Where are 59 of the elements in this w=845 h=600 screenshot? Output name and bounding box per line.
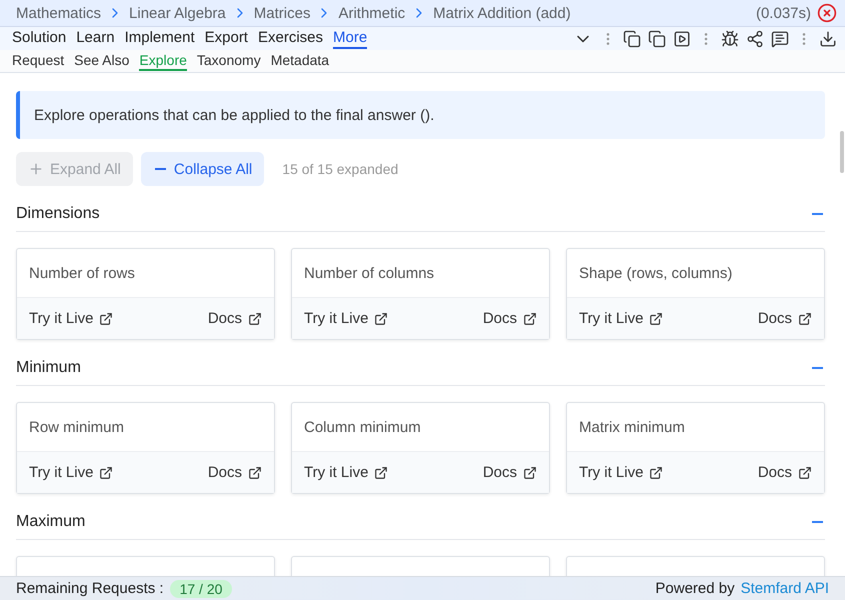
docs-link[interactable]: Docs — [208, 310, 262, 327]
try-live-link[interactable]: Try it Live — [304, 464, 388, 481]
breadcrumb-link[interactable]: Linear Algebra — [129, 4, 226, 22]
external-link-icon — [649, 466, 664, 480]
section-title: Minimum — [16, 358, 81, 376]
try-live-link[interactable]: Try it Live — [579, 310, 664, 327]
section-title: Maximum — [16, 512, 86, 530]
subtab[interactable]: Taxonomy — [196, 51, 261, 71]
external-link-icon — [649, 312, 664, 326]
scrollbar-thumb[interactable] — [840, 131, 844, 173]
external-link-icon — [248, 466, 262, 480]
comment-icon[interactable] — [771, 30, 789, 48]
download-icon[interactable] — [819, 30, 837, 48]
external-link-icon — [798, 466, 812, 480]
copy-icon[interactable] — [648, 30, 666, 48]
info-banner: Explore operations that can be applied to the final answer (). — [16, 91, 825, 139]
try-live-link[interactable]: Try it Live — [29, 310, 114, 327]
minus-icon — [154, 168, 166, 170]
breadcrumb-link[interactable]: Matrix Addition (add) — [433, 4, 571, 22]
copy-icon[interactable] — [623, 30, 641, 48]
external-link-icon — [374, 466, 388, 480]
breadcrumb-link[interactable]: Mathematics — [16, 4, 102, 22]
tab[interactable]: Implement — [124, 28, 195, 49]
bug-icon[interactable] — [721, 30, 739, 48]
breadcrumb-link[interactable]: Matrices — [254, 4, 310, 22]
external-link-icon — [99, 466, 114, 480]
subtab[interactable]: See Also — [74, 51, 130, 71]
tab[interactable]: Export — [204, 28, 248, 49]
collapse-all-button[interactable]: Collapse All — [140, 152, 264, 186]
remaining-requests-label: Remaining Requests : — [16, 580, 164, 597]
timing-text: (0.037s) — [756, 4, 811, 22]
share-icon[interactable] — [746, 30, 764, 48]
plus-icon — [28, 161, 44, 177]
external-link-icon — [99, 312, 114, 326]
expanded-count: 15 of 15 expanded — [282, 161, 398, 177]
section-title: Dimensions — [16, 204, 100, 222]
powered-by-text: Powered by — [655, 580, 735, 597]
external-link-icon — [248, 312, 262, 326]
docs-link[interactable]: Docs — [758, 464, 812, 481]
external-link-icon — [798, 312, 812, 326]
breadcrumb-link[interactable]: Arithmetic — [338, 4, 406, 22]
docs-link[interactable]: Docs — [482, 464, 537, 481]
external-link-icon — [523, 466, 537, 480]
external-link-icon — [523, 312, 537, 326]
subtab[interactable]: Metadata — [270, 51, 330, 71]
requests-badge: 17 / 20 — [170, 580, 232, 598]
play-icon[interactable] — [673, 30, 691, 48]
tab[interactable]: Solution — [12, 28, 66, 49]
docs-link[interactable]: Docs — [758, 310, 812, 327]
try-live-link[interactable]: Try it Live — [29, 464, 114, 481]
tab[interactable]: Exercises — [258, 28, 324, 49]
external-link-icon — [374, 312, 388, 326]
close-icon[interactable] — [817, 3, 837, 23]
try-live-link[interactable]: Try it Live — [579, 464, 664, 481]
docs-link[interactable]: Docs — [482, 310, 537, 327]
try-live-link[interactable]: Try it Live — [304, 310, 388, 327]
tab[interactable]: Learn — [76, 28, 115, 49]
docs-link[interactable]: Docs — [208, 464, 262, 481]
subtab[interactable]: Request — [12, 51, 64, 71]
